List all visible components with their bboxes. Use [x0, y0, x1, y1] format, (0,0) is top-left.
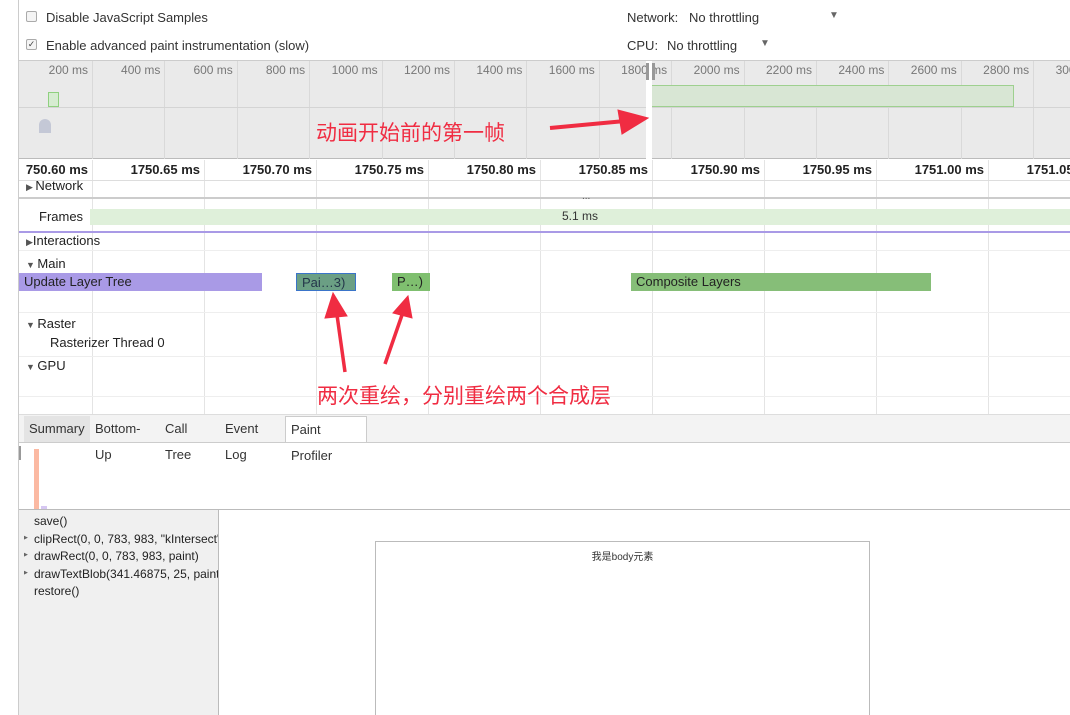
paint-command-label: clipRect(0, 0, 783, 983, "kIntersect" [34, 531, 218, 546]
tab-bottom-up[interactable]: Bottom-Up [90, 416, 160, 462]
tab-call-tree[interactable]: Call Tree [160, 416, 220, 462]
paint-command-item[interactable]: ▶ drawTextBlob(341.46875, 25, paint) [24, 567, 218, 581]
paint-command-item[interactable]: save() [24, 514, 218, 528]
paint-command-label: restore() [34, 584, 80, 598]
paint-command-label: drawTextBlob(341.46875, 25, paint) [34, 566, 218, 581]
tab-summary[interactable]: Summary [24, 416, 90, 442]
paint-command-item[interactable]: ▶ drawRect(0, 0, 783, 983, paint) [24, 549, 218, 563]
expand-arrow-icon: ▶ [24, 566, 28, 577]
arrowhead-icon [392, 294, 413, 319]
preview-text: 我是body元素 [591, 552, 654, 563]
expand-arrow-icon: ▶ [24, 549, 28, 559]
arrow-icon [335, 314, 347, 373]
paint-command-item[interactable]: restore() [24, 584, 218, 598]
arrowhead-icon [617, 109, 650, 135]
expand-arrow-icon: ▶ [24, 531, 28, 542]
arrow-icon [383, 314, 404, 365]
profiler-slider-handle[interactable] [19, 446, 21, 460]
tab-paint-profiler[interactable]: Paint Profiler [285, 416, 367, 463]
paint-preview: 我是body元素 [375, 541, 870, 715]
profiler-bar[interactable] [34, 449, 39, 509]
tab-event-log[interactable]: Event Log [220, 416, 285, 462]
arrow-icon [549, 119, 626, 130]
paint-command-label: drawRect(0, 0, 783, 983, paint) [34, 549, 199, 563]
paint-command-item[interactable]: ▶ clipRect(0, 0, 783, 983, "kIntersect" [24, 532, 218, 546]
arrowhead-icon [324, 291, 348, 319]
paint-command-label: save() [34, 514, 68, 528]
